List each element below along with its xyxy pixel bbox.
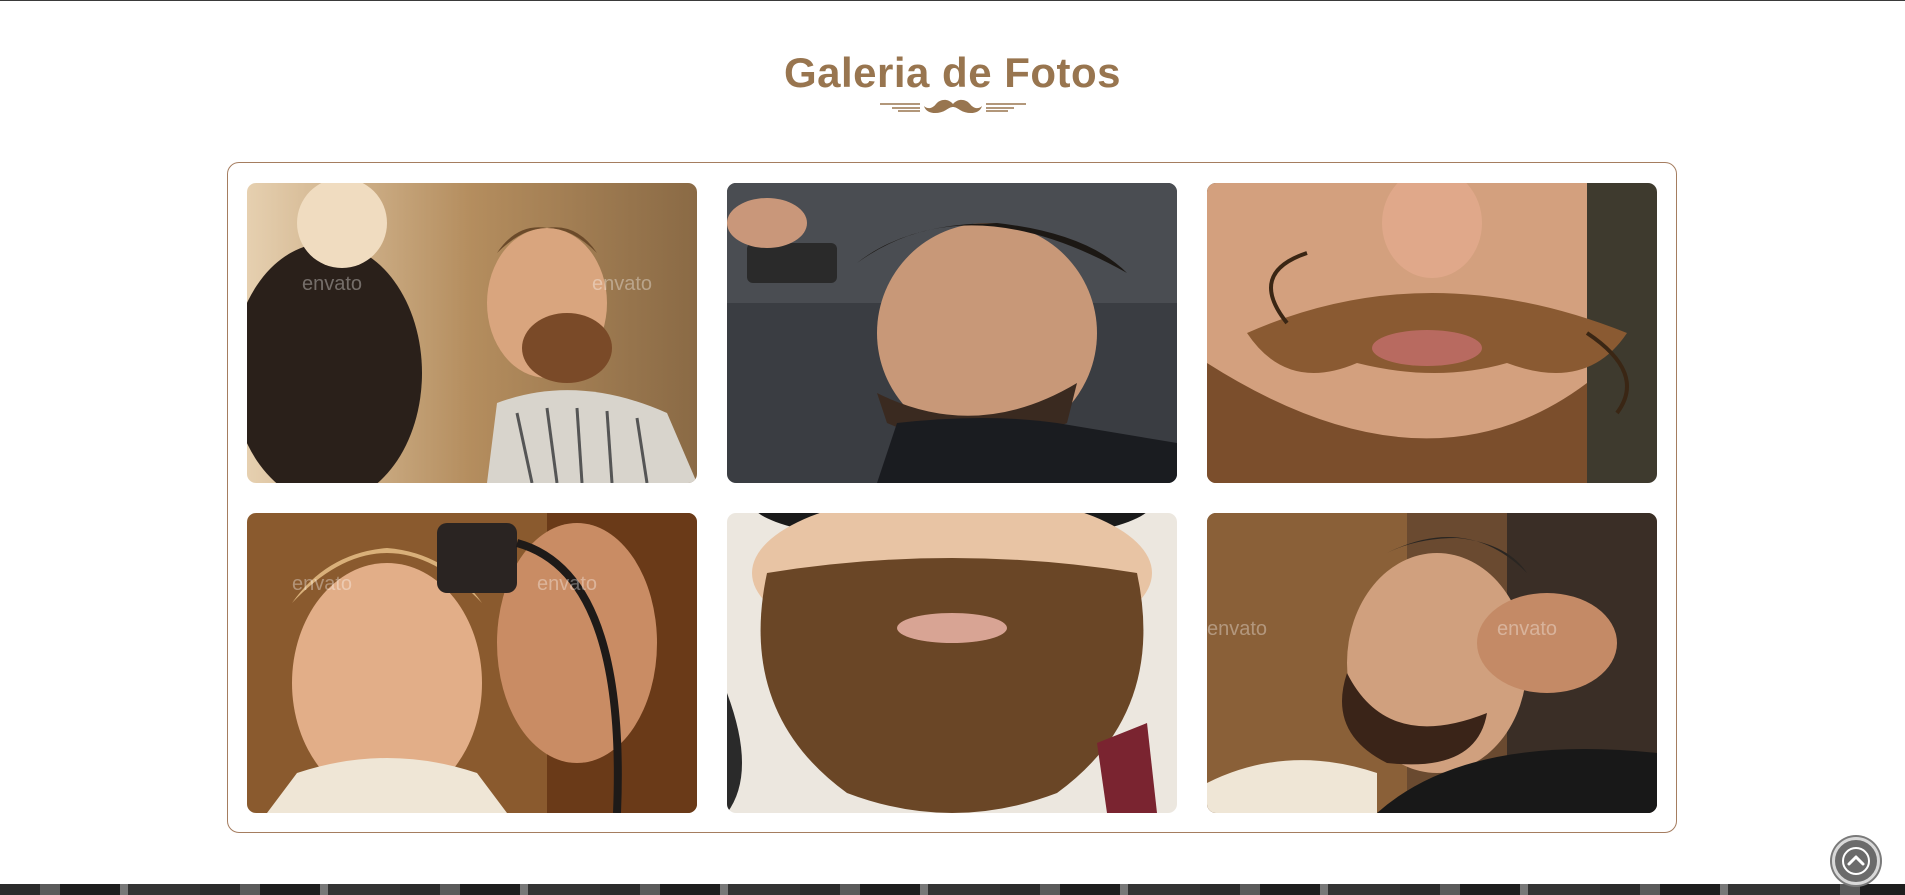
photo-image	[727, 513, 1177, 813]
photo-image	[247, 513, 697, 813]
gallery-photo-3[interactable]	[1207, 183, 1657, 483]
watermark: envato	[1207, 618, 1268, 640]
chevron-up-icon	[1842, 847, 1870, 875]
watermark: envato	[537, 573, 598, 595]
mustache-icon	[879, 99, 1026, 114]
title-divider	[0, 94, 1905, 120]
photo-image	[1207, 513, 1657, 813]
footer-image-strip	[0, 884, 1905, 895]
gallery-photo-4[interactable]: envato envato	[247, 513, 697, 813]
watermark: envato	[1497, 618, 1558, 640]
photo-image	[247, 183, 697, 483]
gallery-photo-2[interactable]	[727, 183, 1177, 483]
gallery-photo-5[interactable]	[727, 513, 1177, 813]
top-border-line	[0, 0, 1905, 1]
gallery-photo-6[interactable]: envato envato	[1207, 513, 1657, 813]
photo-image	[1207, 183, 1657, 483]
scroll-to-top-button[interactable]	[1832, 837, 1880, 885]
photo-image	[727, 183, 1177, 483]
photo-gallery: envato envato envato envato envato envat…	[227, 162, 1677, 833]
gallery-header: Galeria de Fotos	[0, 46, 1905, 120]
watermark: envato	[292, 573, 353, 595]
watermark: envato	[592, 273, 653, 295]
watermark: envato	[302, 273, 363, 295]
page-title: Galeria de Fotos	[783, 49, 1122, 96]
gallery-photo-1[interactable]: envato envato	[247, 183, 697, 483]
